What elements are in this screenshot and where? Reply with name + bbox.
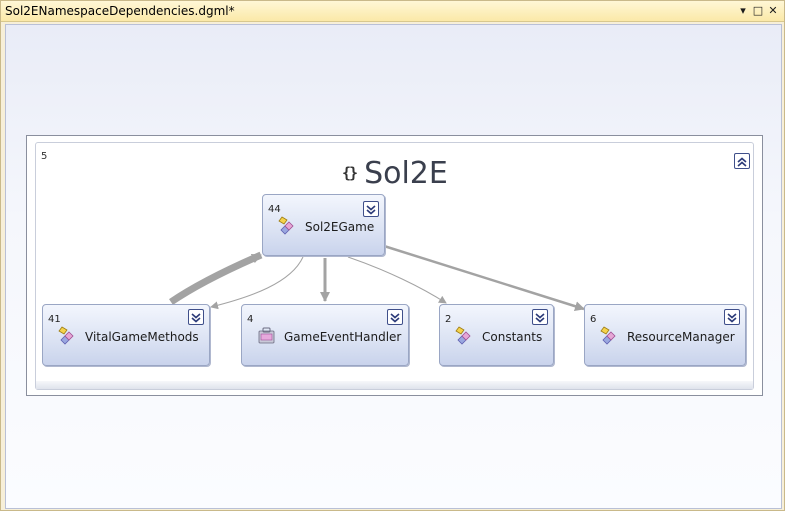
dependency-edges xyxy=(169,244,585,312)
edge-vitalgamemethods-sol2egame xyxy=(169,251,263,305)
document-tab-bar: Sol2ENamespaceDependencies.dgml* ▾ □ ✕ xyxy=(1,1,784,22)
chevron-double-down-icon xyxy=(390,313,400,323)
node-count: 41 xyxy=(48,314,61,325)
node-expand-button[interactable] xyxy=(387,309,403,325)
node-resourcemanager[interactable]: 6 ResourceManager xyxy=(584,304,746,366)
node-count: 4 xyxy=(247,314,254,325)
document-window: Sol2ENamespaceDependencies.dgml* ▾ □ ✕ 5… xyxy=(0,0,785,511)
node-sol2egame[interactable]: 44 Sol2EGame xyxy=(262,194,385,256)
node-expand-button[interactable] xyxy=(188,309,204,325)
edge-sol2egame-vitalgamemethods xyxy=(210,256,304,310)
node-expand-button[interactable] xyxy=(363,201,379,217)
class-icon xyxy=(455,326,471,345)
node-count: 2 xyxy=(445,314,452,325)
edge-sol2egame-resourcemanager xyxy=(383,244,585,312)
node-label: VitalGameMethods xyxy=(85,330,199,344)
graph-canvas[interactable]: 5 {} Sol2E 44 Sol2EGame 41 VitalGameMeth… xyxy=(5,24,782,509)
node-vitalgamemethods[interactable]: 41 VitalGameMethods xyxy=(42,304,210,366)
node-expand-button[interactable] xyxy=(532,309,548,325)
node-label: ResourceManager xyxy=(627,330,735,344)
edge-sol2egame-constants xyxy=(347,256,447,304)
chevron-double-down-icon xyxy=(727,313,737,323)
class-icon xyxy=(58,326,74,345)
node-count: 44 xyxy=(268,204,281,215)
maximize-icon[interactable]: □ xyxy=(751,4,765,18)
node-label: Sol2EGame xyxy=(305,220,375,234)
node-expand-button[interactable] xyxy=(724,309,740,325)
class-icon xyxy=(278,216,294,235)
document-tab-title[interactable]: Sol2ENamespaceDependencies.dgml* xyxy=(5,4,235,18)
class-icon xyxy=(600,326,616,345)
close-icon[interactable]: ✕ xyxy=(766,4,780,18)
window-dropdown-icon[interactable]: ▾ xyxy=(736,4,750,18)
node-count: 6 xyxy=(590,314,597,325)
chevron-double-down-icon xyxy=(191,313,201,323)
node-label: GameEventHandler xyxy=(284,330,402,344)
node-label: Constants xyxy=(482,330,543,344)
module-icon xyxy=(258,327,275,344)
node-constants[interactable]: 2 Constants xyxy=(439,304,554,366)
chevron-double-down-icon xyxy=(535,313,545,323)
chevron-double-down-icon xyxy=(366,205,376,215)
node-gameeventhandler[interactable]: 4 GameEventHandler xyxy=(241,304,409,366)
